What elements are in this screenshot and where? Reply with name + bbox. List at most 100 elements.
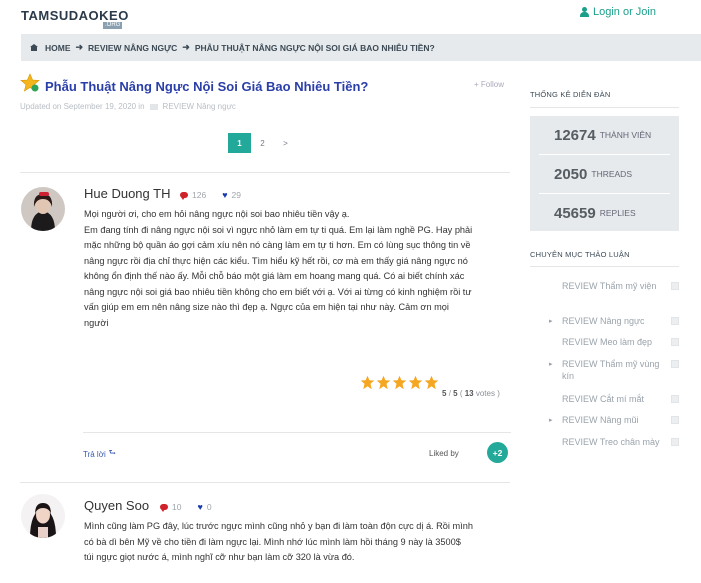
stat-label: THÀNH VIÊN: [599, 130, 652, 140]
folder-icon: [149, 103, 158, 110]
categories-heading: CHUYÊN MỤC THẢO LUẬN: [530, 250, 630, 259]
site-logo-suffix: .ORG: [103, 22, 123, 29]
post-line: vấn giúp em em nên nâng size nào thì đẹp…: [84, 302, 449, 312]
category-checkbox[interactable]: [671, 438, 679, 446]
breadcrumb-current[interactable]: PHẪU THUẬT NÂNG NGỰC NỘI SOI GIÁ BAO NHI…: [195, 43, 435, 53]
thread-category-link[interactable]: REVIEW Nâng ngực: [163, 102, 236, 111]
reply-label: Trả lời: [83, 449, 106, 459]
category-checkbox[interactable]: [671, 282, 679, 290]
category-link[interactable]: REVIEW Cắt mí mắt: [562, 393, 667, 405]
pagination: 1 2 >: [228, 133, 297, 153]
heart-icon: ♥: [222, 189, 228, 200]
rating-votes-label: votes: [475, 389, 495, 398]
stat-number: 12674: [554, 126, 596, 144]
user-icon: [580, 7, 589, 17]
divider: [20, 172, 510, 173]
divider: [530, 107, 679, 108]
post-author[interactable]: Quyen Soo: [84, 498, 149, 513]
category-checkbox[interactable]: [671, 416, 679, 424]
category-expand-icon[interactable]: ▸: [549, 416, 553, 424]
breadcrumb-home[interactable]: HOME: [45, 43, 71, 53]
stat-label: REPLIES: [599, 208, 636, 218]
post-line: nâng ngực nội soi giá bao nhiêu tiền khô…: [84, 286, 472, 297]
thread-updated: Updated on September 19, 2020 in: [20, 102, 145, 111]
category-expand-icon[interactable]: ▸: [549, 317, 553, 325]
heart-icon: ♥: [197, 501, 203, 512]
post-line: Em đang tính đi nâng ngực nội soi vì ngự…: [84, 224, 473, 235]
rating-star-icon[interactable]: [376, 375, 391, 390]
stat-number: 2050: [554, 165, 588, 183]
rating-star-icon[interactable]: [408, 375, 423, 390]
plus-icon: +: [474, 80, 479, 89]
category-link[interactable]: REVIEW Nâng mũi: [562, 414, 667, 426]
page-next[interactable]: >: [274, 133, 297, 153]
post-line: túi ngực giọt nước á, mình nghĩ cỡ như b…: [84, 552, 355, 562]
page-2[interactable]: 2: [251, 133, 274, 153]
thread-title[interactable]: Phẫu Thuật Nâng Ngực Nội Soi Giá Bao Nhi…: [45, 79, 368, 94]
rating-stars: [360, 375, 439, 390]
divider: [20, 482, 510, 483]
breadcrumb: HOME ➜ REVIEW NÂNG NGỰC ➜ PHẪU THUẬT NÂN…: [21, 34, 701, 61]
post-body: Mọi người ơi, cho em hỏi nâng ngực nội s…: [84, 207, 514, 331]
category-link[interactable]: REVIEW Nâng ngực: [562, 315, 667, 327]
category-link[interactable]: REVIEW Thẩm mỹ viện: [562, 280, 667, 292]
category-expand-icon[interactable]: ▸: [549, 360, 553, 368]
liked-by-label: Liked by: [429, 449, 459, 458]
rating-paren-close: ): [494, 389, 500, 398]
post-line: Mọi người ơi, cho em hỏi nâng ngực nội s…: [84, 209, 350, 219]
stat-replies: 45659 REPLIES: [530, 194, 679, 232]
page-1[interactable]: 1: [228, 133, 251, 153]
post-body: Mình cũng làm PG đây, lúc trước ngực mìn…: [84, 519, 514, 566]
comment-icon: [160, 504, 168, 512]
stats-heading: THỐNG KÊ DIỄN ĐÀN: [530, 90, 611, 99]
rating-score: 5: [442, 389, 447, 398]
breadcrumb-category[interactable]: REVIEW NÂNG NGỰC: [88, 43, 177, 53]
category-link[interactable]: REVIEW Treo chân mày: [562, 436, 667, 448]
post-author-stats: 10 ♥ 0: [160, 502, 212, 512]
follow-button[interactable]: + Follow: [474, 80, 504, 89]
post-author-stats: 126 ♥ 29: [180, 190, 241, 200]
avatar[interactable]: [21, 494, 65, 538]
post-line: người: [84, 317, 109, 328]
category-link[interactable]: REVIEW Meo làm đẹp: [562, 336, 667, 348]
comment-count: 126: [192, 190, 207, 200]
rating-votes: 13: [464, 389, 474, 398]
rating-summary: 5 / 5 ( 13 votes ): [442, 389, 500, 398]
category-checkbox[interactable]: [671, 395, 679, 403]
site-header: TAMSUDAOKEO .ORG Login or Join: [0, 0, 701, 34]
post-line: có bà dì bên Mỹ về cho tiền đi làm ngực …: [84, 536, 461, 547]
stat-threads: 2050 THREADS: [530, 155, 679, 193]
stat-label: THREADS: [591, 169, 632, 179]
login-link[interactable]: Login or Join: [580, 6, 656, 18]
category-checkbox[interactable]: [671, 360, 679, 368]
post-line: nâng ngực rồi địa chỉ thực hiện các kiểu…: [84, 255, 468, 266]
comment-count: 10: [172, 502, 182, 512]
site-logo[interactable]: TAMSUDAOKEO: [21, 8, 129, 23]
liked-by-more-badge[interactable]: +2: [487, 442, 508, 463]
rating-max: 5: [453, 389, 458, 398]
arrow-right-icon: ➜: [182, 42, 190, 52]
forum-stats-box: 12674 THÀNH VIÊN 2050 THREADS 45659 REPL…: [530, 116, 679, 231]
category-checkbox[interactable]: [671, 317, 679, 325]
home-icon: [30, 44, 38, 51]
divider: [83, 432, 511, 433]
avatar[interactable]: [21, 187, 65, 231]
login-label: Login or Join: [593, 6, 656, 18]
thread-meta: Updated on September 19, 2020 in REVIEW …: [20, 102, 236, 111]
category-link[interactable]: REVIEW Thẩm mỹ vùng kín: [562, 358, 667, 382]
stat-members: 12674 THÀNH VIÊN: [530, 116, 679, 154]
reply-icon: ⮑: [108, 448, 116, 457]
rating-star-icon[interactable]: [360, 375, 375, 390]
divider: [530, 266, 679, 267]
reply-button[interactable]: Trả lời ⮑: [83, 447, 116, 461]
follow-label: Follow: [480, 80, 505, 89]
featured-star-icon: [20, 73, 40, 92]
rating-star-icon[interactable]: [392, 375, 407, 390]
arrow-right-icon: ➜: [75, 42, 84, 52]
post-author[interactable]: Hue Duong TH: [84, 186, 170, 201]
stat-number: 45659: [554, 204, 596, 222]
rating-star-icon[interactable]: [424, 375, 439, 390]
category-checkbox[interactable]: [671, 338, 679, 346]
post-line: không ổn định thế nào ấy. Mỗi chỗ báo mộ…: [84, 271, 465, 281]
like-count: 29: [231, 190, 241, 200]
